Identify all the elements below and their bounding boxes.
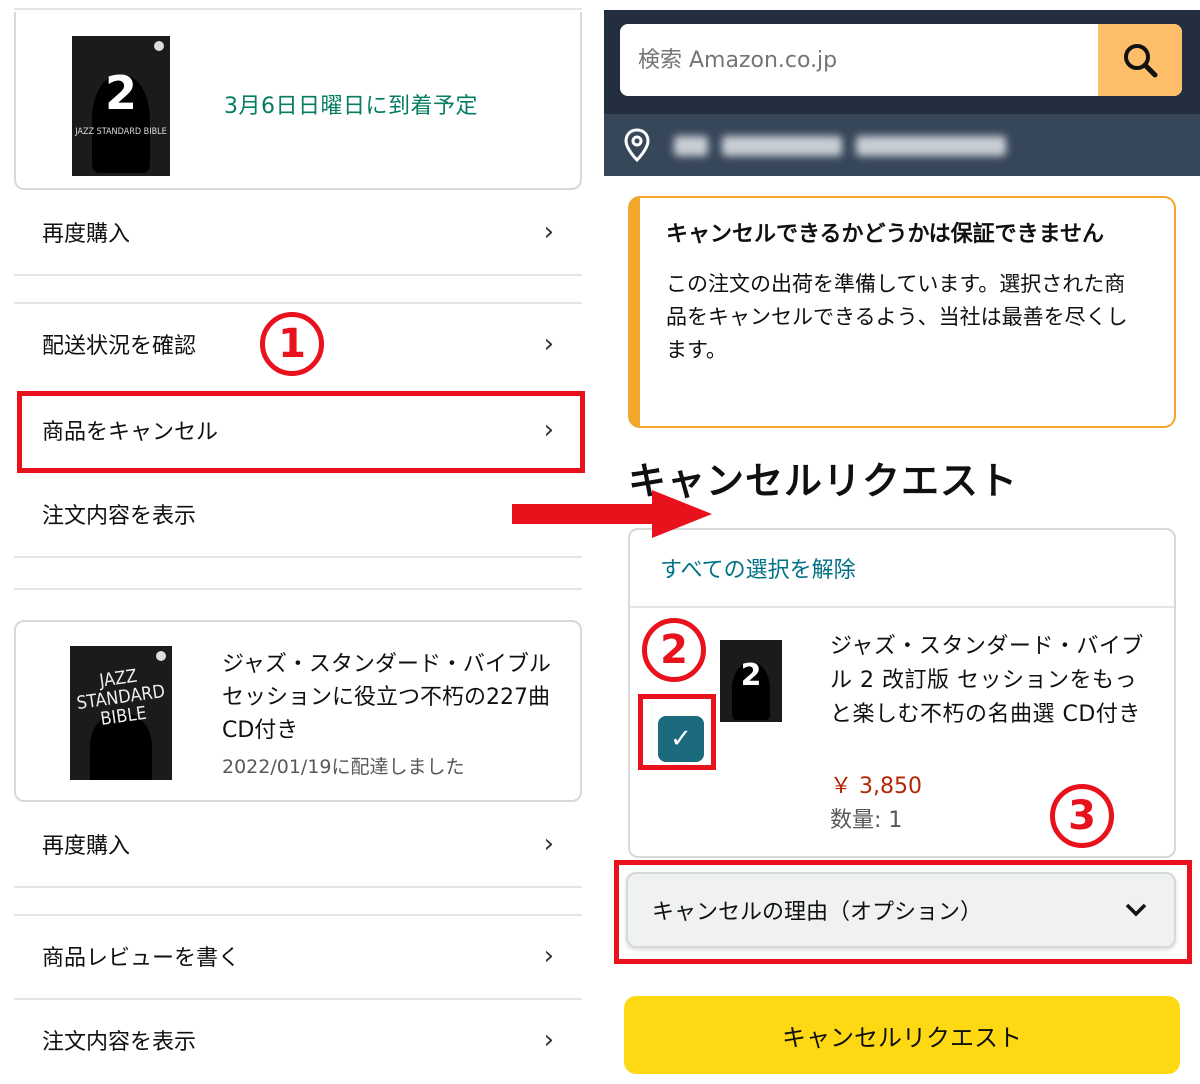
row-label: 再度購入 xyxy=(42,222,131,247)
arrival-date: 3月6日日曜日に到着予定 xyxy=(224,94,478,119)
search-input[interactable] xyxy=(620,24,1100,96)
highlight-box-reason xyxy=(614,860,1192,964)
submit-cancel-request-button[interactable]: キャンセルリクエスト xyxy=(624,996,1180,1074)
redacted-address xyxy=(674,136,708,156)
search-button[interactable] xyxy=(1098,24,1182,96)
cover-number: 2 xyxy=(740,658,762,693)
divider xyxy=(14,274,582,276)
book-cover-image: 2 xyxy=(720,640,782,722)
chevron-right-icon: › xyxy=(543,217,554,247)
divider xyxy=(14,556,582,558)
row-label: 再度購入 xyxy=(42,834,131,859)
product-title[interactable]: ジャズ・スタンダード・バイブル セッションに役立つ不朽の227曲 CD付き xyxy=(222,648,562,747)
chevron-right-icon: › xyxy=(543,1025,554,1055)
highlight-box-checkbox xyxy=(638,694,716,770)
divider xyxy=(14,8,582,10)
row-label: 商品レビューを書く xyxy=(42,946,241,971)
redacted-address xyxy=(722,136,842,156)
deselect-all-link[interactable]: すべての選択を解除 xyxy=(660,552,856,584)
delivery-location-bar[interactable] xyxy=(604,114,1200,176)
row-view-order-details[interactable]: 注文内容を表示 xyxy=(14,472,582,556)
row-label: 注文内容を表示 xyxy=(42,1030,197,1055)
row-buy-again[interactable]: 再度購入 › xyxy=(14,190,582,274)
step-marker-3: 3 xyxy=(1050,784,1114,848)
book-cover-image: JAZZ STANDARD BIBLE xyxy=(70,646,172,780)
chevron-right-icon: › xyxy=(543,941,554,971)
step-marker-2: 2 xyxy=(642,618,706,682)
search-icon xyxy=(1124,44,1158,78)
notice-body: この注文の出荷を準備しています。選択された商品をキャンセルできるよう、当社は最善… xyxy=(666,272,1128,362)
row-label: 配送状況を確認 xyxy=(42,334,197,359)
cover-number: 2 xyxy=(104,66,137,120)
location-pin-icon xyxy=(624,128,650,162)
book-cover-image: 2 JAZZ STANDARD BIBLE xyxy=(72,36,170,176)
search-bar[interactable] xyxy=(620,24,1182,96)
cover-title-text: JAZZ STANDARD BIBLE xyxy=(75,127,167,137)
row-label: 注文内容を表示 xyxy=(42,504,197,529)
row-buy-again[interactable]: 再度購入 › xyxy=(14,802,582,886)
order-card-current[interactable]: 2 JAZZ STANDARD BIBLE 3月6日日曜日に到着予定 xyxy=(14,12,582,190)
chevron-right-icon: › xyxy=(543,829,554,859)
product-title: ジャズ・スタンダード・バイブル 2 改訂版 セッションをもっと楽しむ不朽の名曲選… xyxy=(830,634,1144,727)
divider xyxy=(630,606,1174,608)
step-marker-1: 1 xyxy=(260,312,324,376)
divider xyxy=(14,588,582,590)
row-view-order-details[interactable]: 注文内容を表示 › xyxy=(14,998,582,1082)
product-quantity: 数量: 1 xyxy=(830,808,903,833)
highlight-box-cancel-item xyxy=(17,391,585,473)
cancel-warning-notice: キャンセルできるかどうかは保証できません この注文の出荷を準備しています。選択さ… xyxy=(628,196,1176,428)
cover-title-text: JAZZ STANDARD BIBLE xyxy=(75,665,167,730)
delivery-date: 2022/01/19に配達しました xyxy=(222,756,465,778)
order-list-panel: 2 JAZZ STANDARD BIBLE 3月6日日曜日に到着予定 再度購入 … xyxy=(0,0,600,1084)
order-card-delivered[interactable]: JAZZ STANDARD BIBLE ジャズ・スタンダード・バイブル セッショ… xyxy=(14,620,582,802)
app-header xyxy=(604,10,1200,176)
arrow-right-icon xyxy=(512,490,712,538)
chevron-right-icon: › xyxy=(543,329,554,359)
divider xyxy=(14,886,582,888)
redacted-address xyxy=(856,136,1006,156)
row-write-review[interactable]: 商品レビューを書く › xyxy=(14,914,582,998)
notice-title: キャンセルできるかどうかは保証できません xyxy=(666,222,1105,247)
product-price: ￥ 3,850 xyxy=(830,774,922,799)
